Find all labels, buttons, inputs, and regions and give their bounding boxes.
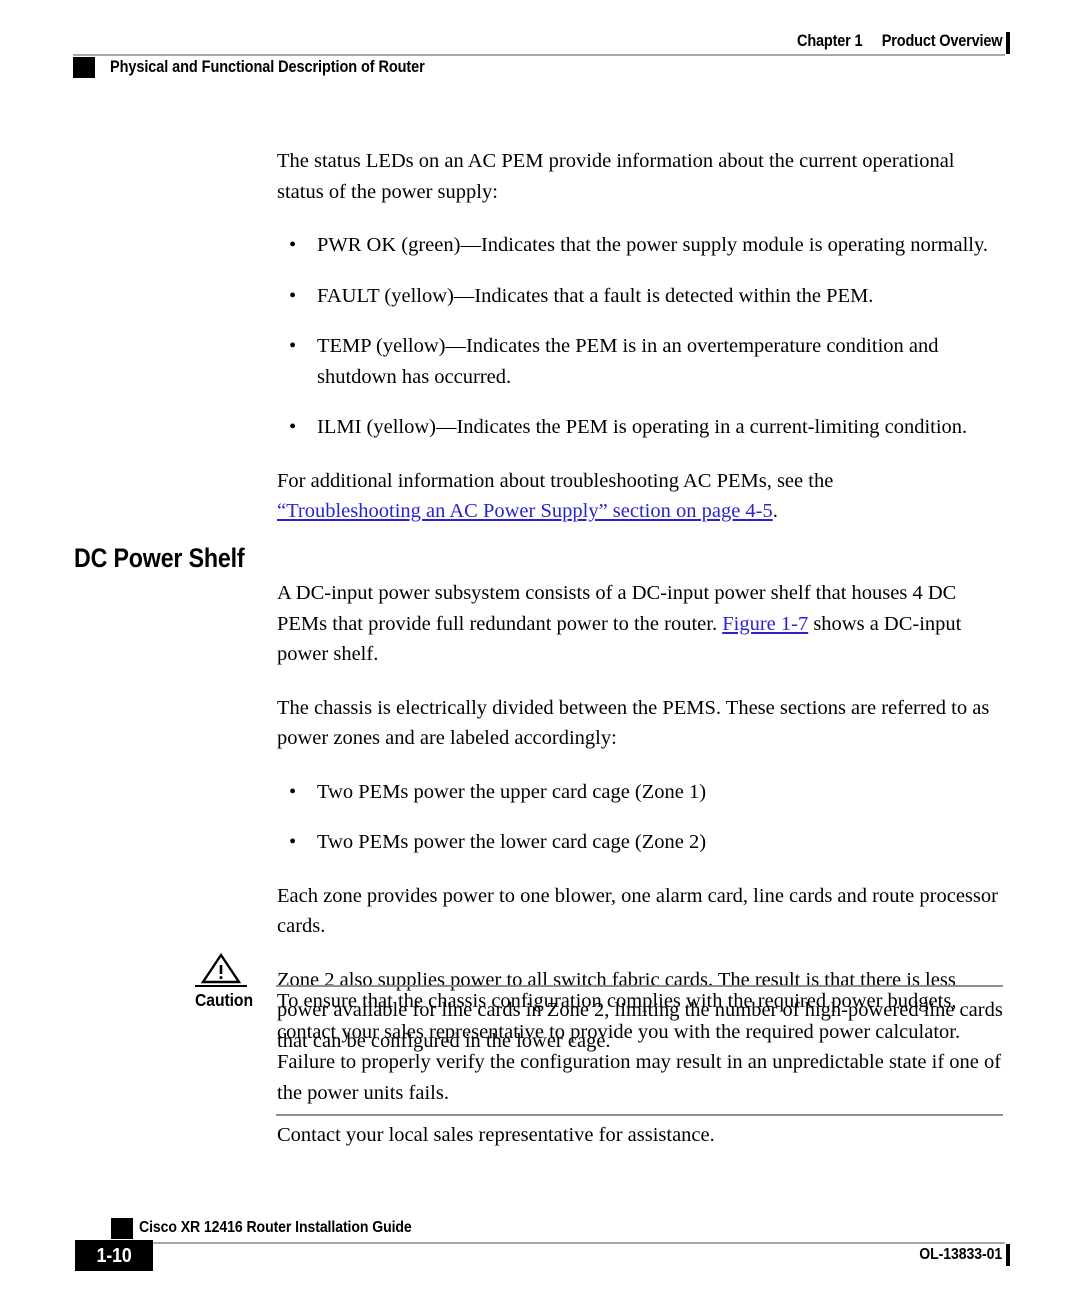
list-item: • Two PEMs power the upper card cage (Zo… <box>277 777 1005 808</box>
list-item: • TEMP (yellow)—Indicates the PEM is in … <box>277 331 1005 392</box>
document-page: Chapter 1 Product Overview Physical and F… <box>0 0 1080 1311</box>
footer-page-number: 1-10 <box>96 1245 132 1267</box>
caution-rule-left <box>195 985 247 987</box>
bullet-glyph-icon: • <box>289 335 297 357</box>
bullet-glyph-icon: • <box>289 234 297 256</box>
contact-sales-paragraph: Contact your local sales representative … <box>277 1124 715 1146</box>
intro-paragraph: The status LEDs on an AC PEM provide inf… <box>277 150 955 203</box>
list-item-text: Two PEMs power the lower card cage (Zone… <box>317 831 707 853</box>
footer-guide-title: Cisco XR 12416 Router Installation Guide <box>139 1219 412 1236</box>
led-status-bullet-list: • PWR OK (green)—Indicates that the powe… <box>277 230 1005 443</box>
bullet-glyph-icon: • <box>289 831 297 853</box>
troubleshooting-paragraph: For additional information about trouble… <box>277 466 1005 527</box>
list-item: • Two PEMs power the lower card cage (Zo… <box>277 827 1005 858</box>
bullet-glyph-icon: • <box>289 284 297 307</box>
header-section-title: Physical and Functional Description of R… <box>110 58 425 76</box>
caution-rule-bottom <box>276 1114 1003 1116</box>
page-footer: Cisco XR 12416 Router Installation Guide… <box>0 1218 1080 1311</box>
list-item: • ILMI (yellow)—Indicates the PEM is ope… <box>277 412 1005 443</box>
power-zones-paragraph: The chassis is electrically divided betw… <box>277 696 990 750</box>
list-item-text: PWR OK (green)—Indicates that the power … <box>317 234 989 256</box>
troubleshooting-period: . <box>772 500 778 522</box>
list-item-text: Two PEMs power the upper card cage (Zone… <box>317 780 707 803</box>
list-item-text: FAULT (yellow)—Indicates that a fault is… <box>317 284 874 307</box>
page-header: Chapter 1 Product Overview Physical and F… <box>0 0 1080 92</box>
caution-triangle-icon <box>200 952 242 984</box>
troubleshooting-cross-reference-link[interactable]: “Troubleshooting an AC Power Supply” sec… <box>277 500 773 522</box>
header-rule <box>73 54 1005 56</box>
footer-square-marker-icon <box>111 1218 133 1239</box>
header-chapter-line: Chapter 1 Product Overview <box>796 32 1003 51</box>
list-item: • PWR OK (green)—Indicates that the powe… <box>277 230 1005 261</box>
bullet-glyph-icon: • <box>289 416 297 438</box>
main-content-upper: The status LEDs on an AC PEM provide inf… <box>277 146 1005 550</box>
troubleshooting-lead-text: For additional information about trouble… <box>277 469 834 492</box>
footer-end-bar-marker <box>1006 1244 1010 1266</box>
list-item-text: TEMP (yellow)—Indicates the PEM is in an… <box>317 335 939 388</box>
bullet-glyph-icon: • <box>289 780 297 803</box>
dc-subsystem-paragraph: A DC-input power subsystem consists of a… <box>277 578 1005 670</box>
header-square-marker-icon <box>73 57 95 78</box>
header-end-bar-marker <box>1006 32 1010 54</box>
header-chapter-label: Chapter 1 <box>796 32 863 50</box>
each-zone-paragraph: Each zone provides power to one blower, … <box>277 884 998 938</box>
list-item-text: ILMI (yellow)—Indicates the PEM is opera… <box>317 416 968 438</box>
power-zone-bullet-list: • Two PEMs power the upper card cage (Zo… <box>277 777 1005 858</box>
list-item: • FAULT (yellow)—Indicates that a fault … <box>277 281 1005 312</box>
footer-rule <box>111 1242 1005 1244</box>
caution-label: Caution <box>195 990 253 1010</box>
header-chapter-title: Product Overview <box>881 32 1002 50</box>
section-heading-dc-power-shelf: DC Power Shelf <box>74 543 245 574</box>
caution-body-text: To ensure that the chassis configuration… <box>277 990 1002 1104</box>
figure-1-7-cross-reference-link[interactable]: Figure 1-7 <box>722 613 808 635</box>
footer-document-number: OL-13833-01 <box>919 1246 1002 1263</box>
